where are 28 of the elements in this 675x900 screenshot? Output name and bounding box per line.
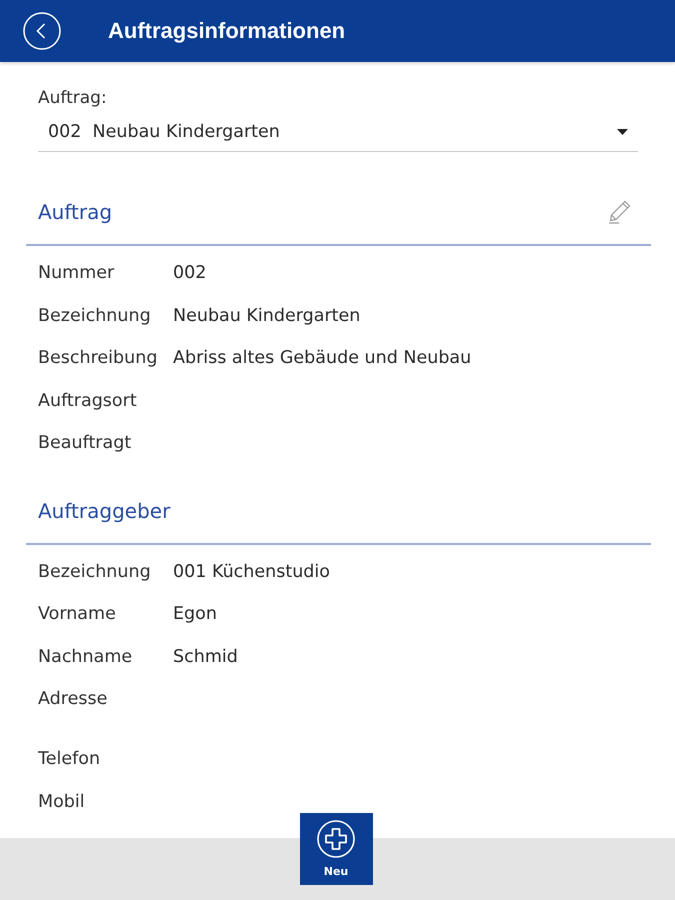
field-label: Bezeichnung — [38, 560, 151, 584]
field-label: Nummer — [38, 262, 114, 285]
field-label: Nachname — [38, 646, 132, 668]
field-label: Telefon — [38, 748, 100, 771]
order-label: Auftrag: — [38, 87, 107, 110]
field-value: Abriss altes Gebäude und Neubau — [173, 347, 472, 370]
field-label: Mobil — [38, 790, 85, 814]
back-button[interactable] — [23, 12, 61, 50]
field-value: Egon — [173, 603, 217, 626]
back-icon — [23, 12, 61, 50]
order-dropdown[interactable]: 002 Neubau Kindergarten — [38, 112, 638, 152]
field-label: Vorname — [38, 603, 116, 626]
caret-down-icon — [617, 128, 628, 134]
plus-circle-icon — [317, 820, 355, 858]
pencil-icon[interactable] — [607, 200, 631, 224]
field-label: Auftragsort — [38, 390, 137, 412]
field-label: Beschreibung — [38, 347, 158, 370]
field-value: 001 Küchenstudio — [173, 560, 330, 584]
field-label: Adresse — [38, 688, 108, 711]
field-value: 002 — [173, 262, 206, 285]
field-value: Neubau Kindergarten — [173, 304, 360, 328]
field-label: Beauftragt — [38, 432, 132, 455]
field-label: Bezeichnung — [38, 304, 151, 328]
page-title: Auftragsinformationen — [108, 18, 346, 44]
field-value: Schmid — [173, 646, 238, 668]
new-button[interactable]: Neu — [300, 813, 372, 885]
section-title: Auftraggeber — [38, 498, 170, 524]
section-title: Auftrag — [38, 199, 112, 225]
